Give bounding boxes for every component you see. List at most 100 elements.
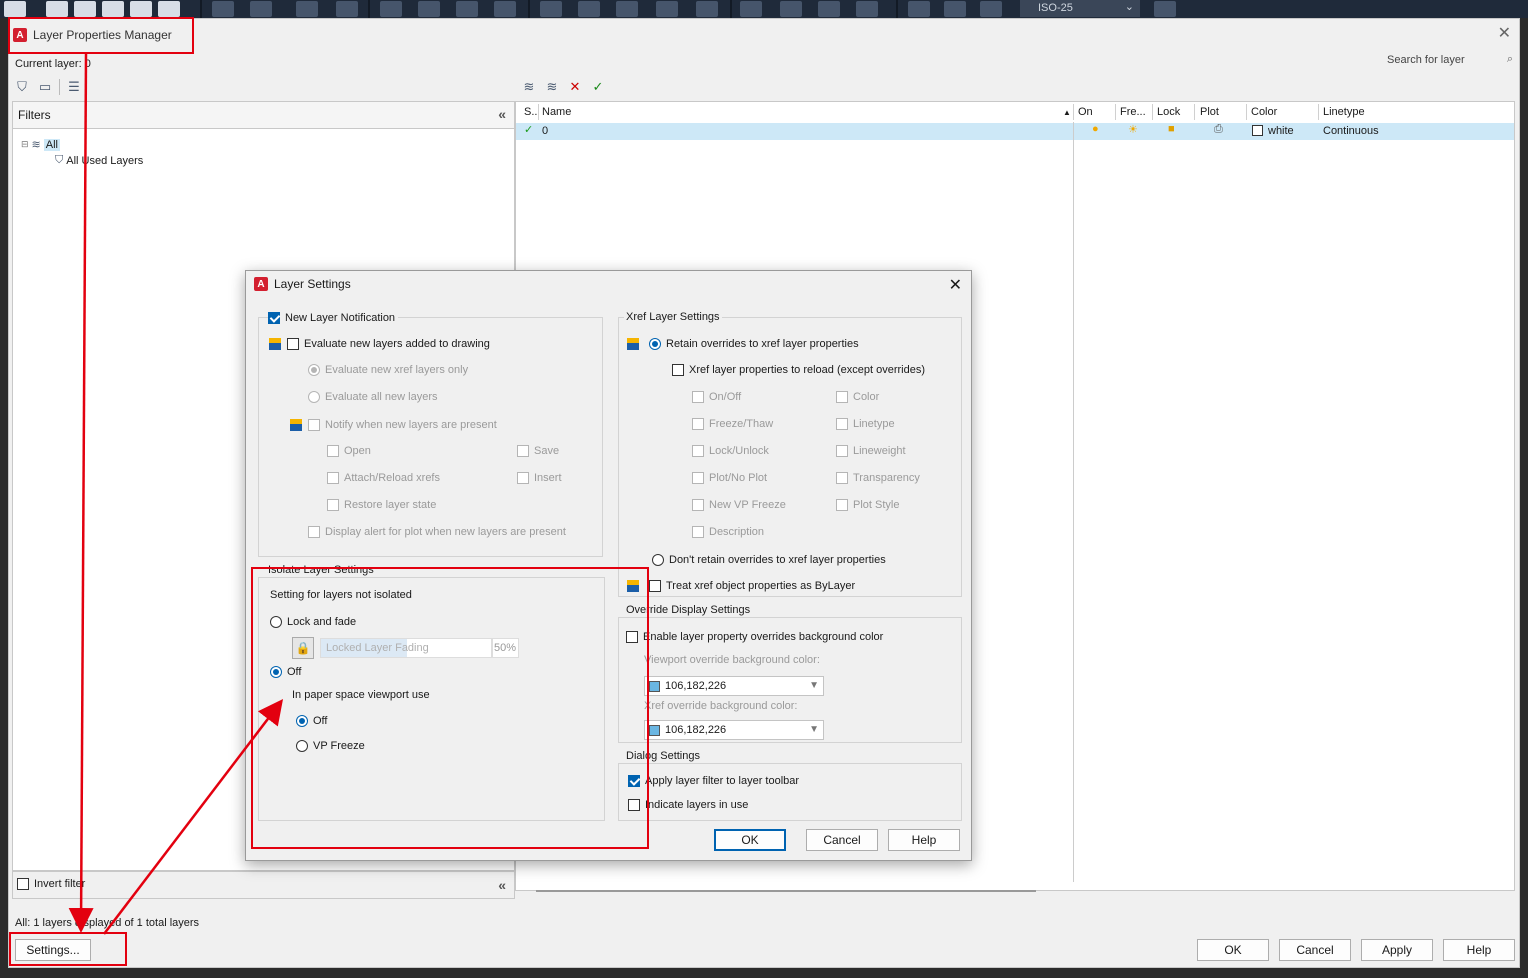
ribbon-tool-icon[interactable]: [158, 1, 180, 17]
radio[interactable]: [652, 554, 664, 566]
ribbon-tool-icon[interactable]: [74, 1, 96, 17]
tree-item-all-used[interactable]: ⛉ All Used Layers: [55, 154, 143, 167]
insert-checkbox[interactable]: Insert: [517, 472, 562, 484]
layer-name[interactable]: 0: [542, 125, 548, 137]
new-vp-freeze-checkbox[interactable]: New VP Freeze: [692, 499, 786, 511]
checkbox[interactable]: [17, 878, 29, 890]
jogged-icon[interactable]: [856, 1, 878, 17]
baseline-icon[interactable]: [578, 1, 600, 17]
space-icon[interactable]: [656, 1, 678, 17]
new-property-filter-icon[interactable]: ⛉: [13, 79, 31, 95]
expand-icon[interactable]: ⊟: [21, 139, 29, 150]
color-checkbox[interactable]: Color: [836, 391, 879, 403]
description-checkbox[interactable]: Description: [692, 526, 764, 538]
retain-overrides-radio[interactable]: Retain overrides to xref layer propertie…: [626, 337, 859, 351]
xref-only-radio[interactable]: Evaluate new xref layers only: [308, 364, 468, 376]
lightbulb-icon[interactable]: ●: [1092, 123, 1099, 135]
ribbon-tool-icon[interactable]: [102, 1, 124, 17]
line-icon[interactable]: [494, 1, 516, 17]
col-name[interactable]: Name: [542, 106, 571, 118]
attach-reload-checkbox[interactable]: Attach/Reload xrefs: [327, 472, 440, 484]
edit-icon[interactable]: [908, 1, 930, 17]
ribbon-tool-icon[interactable]: [4, 1, 26, 17]
open-checkbox[interactable]: Open: [327, 445, 371, 457]
checkbox[interactable]: [327, 472, 339, 484]
all-new-radio[interactable]: Evaluate all new layers: [308, 391, 438, 403]
diameter-icon[interactable]: [418, 1, 440, 17]
checkbox[interactable]: [692, 391, 704, 403]
arc-icon[interactable]: [296, 1, 318, 17]
dimstyle-combo[interactable]: ISO-25 ⌄: [1020, 0, 1140, 17]
new-layer-icon[interactable]: ≋: [520, 79, 538, 95]
transparency-checkbox[interactable]: Transparency: [836, 472, 920, 484]
collapse-icon[interactable]: «: [498, 106, 506, 122]
lineweight-checkbox[interactable]: Lineweight: [836, 445, 906, 457]
col-linetype[interactable]: Linetype: [1323, 106, 1365, 118]
enable-override-checkbox[interactable]: Enable layer property overrides backgrou…: [626, 631, 883, 643]
plot-noplot-checkbox[interactable]: Plot/No Plot: [692, 472, 767, 484]
checkbox[interactable]: [308, 419, 320, 431]
radio[interactable]: [308, 364, 320, 376]
update-icon[interactable]: [980, 1, 1002, 17]
dialog-help-button[interactable]: Help: [888, 829, 960, 851]
invert-filter-checkbox[interactable]: Invert filter: [17, 878, 85, 890]
unlock-icon[interactable]: ■: [1168, 123, 1175, 135]
search-input[interactable]: Search for layer ⌕: [1385, 52, 1515, 70]
apply-button[interactable]: Apply: [1361, 939, 1433, 961]
angle-icon[interactable]: [250, 1, 272, 17]
horizontal-scrollbar[interactable]: [536, 890, 1036, 892]
bylayer-checkbox[interactable]: Treat xref object properties as ByLayer: [626, 579, 855, 593]
ribbon-tool-icon[interactable]: [46, 1, 68, 17]
checkbox[interactable]: [287, 338, 299, 350]
checkbox[interactable]: [692, 445, 704, 457]
checkbox[interactable]: [692, 472, 704, 484]
col-plot[interactable]: Plot: [1200, 106, 1219, 118]
xref-reload-checkbox[interactable]: Xref layer properties to reload (except …: [672, 364, 925, 376]
col-freeze[interactable]: Fre...: [1120, 106, 1146, 118]
checkbox[interactable]: [517, 472, 529, 484]
checkbox[interactable]: [308, 526, 320, 538]
col-lock[interactable]: Lock: [1157, 106, 1180, 118]
checkbox[interactable]: [327, 499, 339, 511]
layer-states-icon[interactable]: ☰: [65, 79, 83, 95]
radio[interactable]: [308, 391, 320, 403]
new-group-filter-icon[interactable]: ▭: [36, 79, 54, 95]
checkbox[interactable]: [836, 472, 848, 484]
checkbox[interactable]: [649, 580, 661, 592]
lock-unlock-checkbox[interactable]: Lock/Unlock: [692, 445, 769, 457]
viewport-color-select[interactable]: 106,182,226 ▼: [644, 676, 824, 696]
collapse-icon[interactable]: «: [498, 877, 506, 893]
center-mark-icon[interactable]: [780, 1, 802, 17]
col-color[interactable]: Color: [1251, 106, 1277, 118]
checkbox[interactable]: [836, 418, 848, 430]
col-status[interactable]: S..: [524, 106, 537, 118]
dont-retain-radio[interactable]: Don't retain overrides to xref layer pro…: [652, 554, 886, 566]
cancel-button[interactable]: Cancel: [1279, 939, 1351, 961]
linear-dim-icon[interactable]: [540, 1, 562, 17]
close-icon[interactable]: ✕: [1498, 23, 1511, 43]
linetype-checkbox[interactable]: Linetype: [836, 418, 895, 430]
ok-button[interactable]: OK: [1197, 939, 1269, 961]
break-icon[interactable]: [696, 1, 718, 17]
checkbox[interactable]: [836, 499, 848, 511]
col-on[interactable]: On: [1078, 106, 1093, 118]
restore-layer-state-checkbox[interactable]: Restore layer state: [327, 499, 436, 511]
close-icon[interactable]: ✕: [949, 275, 962, 295]
freeze-thaw-checkbox[interactable]: Freeze/Thaw: [692, 418, 773, 430]
brush-icon[interactable]: [1154, 1, 1176, 17]
radius-icon[interactable]: [380, 1, 402, 17]
printer-icon[interactable]: ⎙: [1214, 123, 1223, 136]
inspect-icon[interactable]: [818, 1, 840, 17]
radio[interactable]: [649, 338, 661, 350]
checkbox[interactable]: [836, 391, 848, 403]
new-layer-vp-frozen-icon[interactable]: ≋: [543, 79, 561, 95]
dialog-cancel-button[interactable]: Cancel: [806, 829, 878, 851]
ribbon-tool-icon[interactable]: [130, 1, 152, 17]
set-current-icon[interactable]: ✓: [589, 79, 607, 95]
new-layer-notification-checkbox[interactable]: New Layer Notification: [268, 312, 399, 324]
dialog-ok-button[interactable]: OK: [714, 829, 786, 851]
circle-icon[interactable]: [456, 1, 478, 17]
notify-checkbox[interactable]: Notify when new layers are present: [289, 418, 497, 432]
layer-linetype[interactable]: Continuous: [1323, 125, 1379, 137]
continue-icon[interactable]: [616, 1, 638, 17]
